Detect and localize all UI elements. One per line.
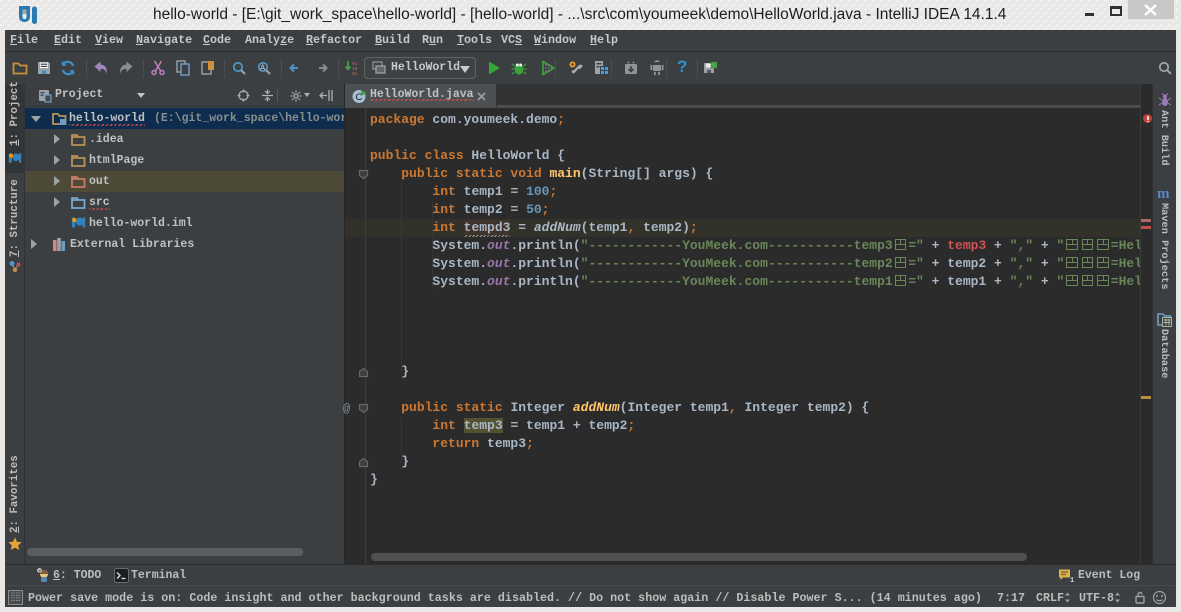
svg-text:01: 01 [352, 71, 358, 76]
svg-text:A: A [260, 64, 265, 73]
svg-text:m: m [1157, 186, 1170, 200]
svg-text:e: e [38, 568, 41, 574]
svg-text:1: 1 [1070, 577, 1074, 583]
